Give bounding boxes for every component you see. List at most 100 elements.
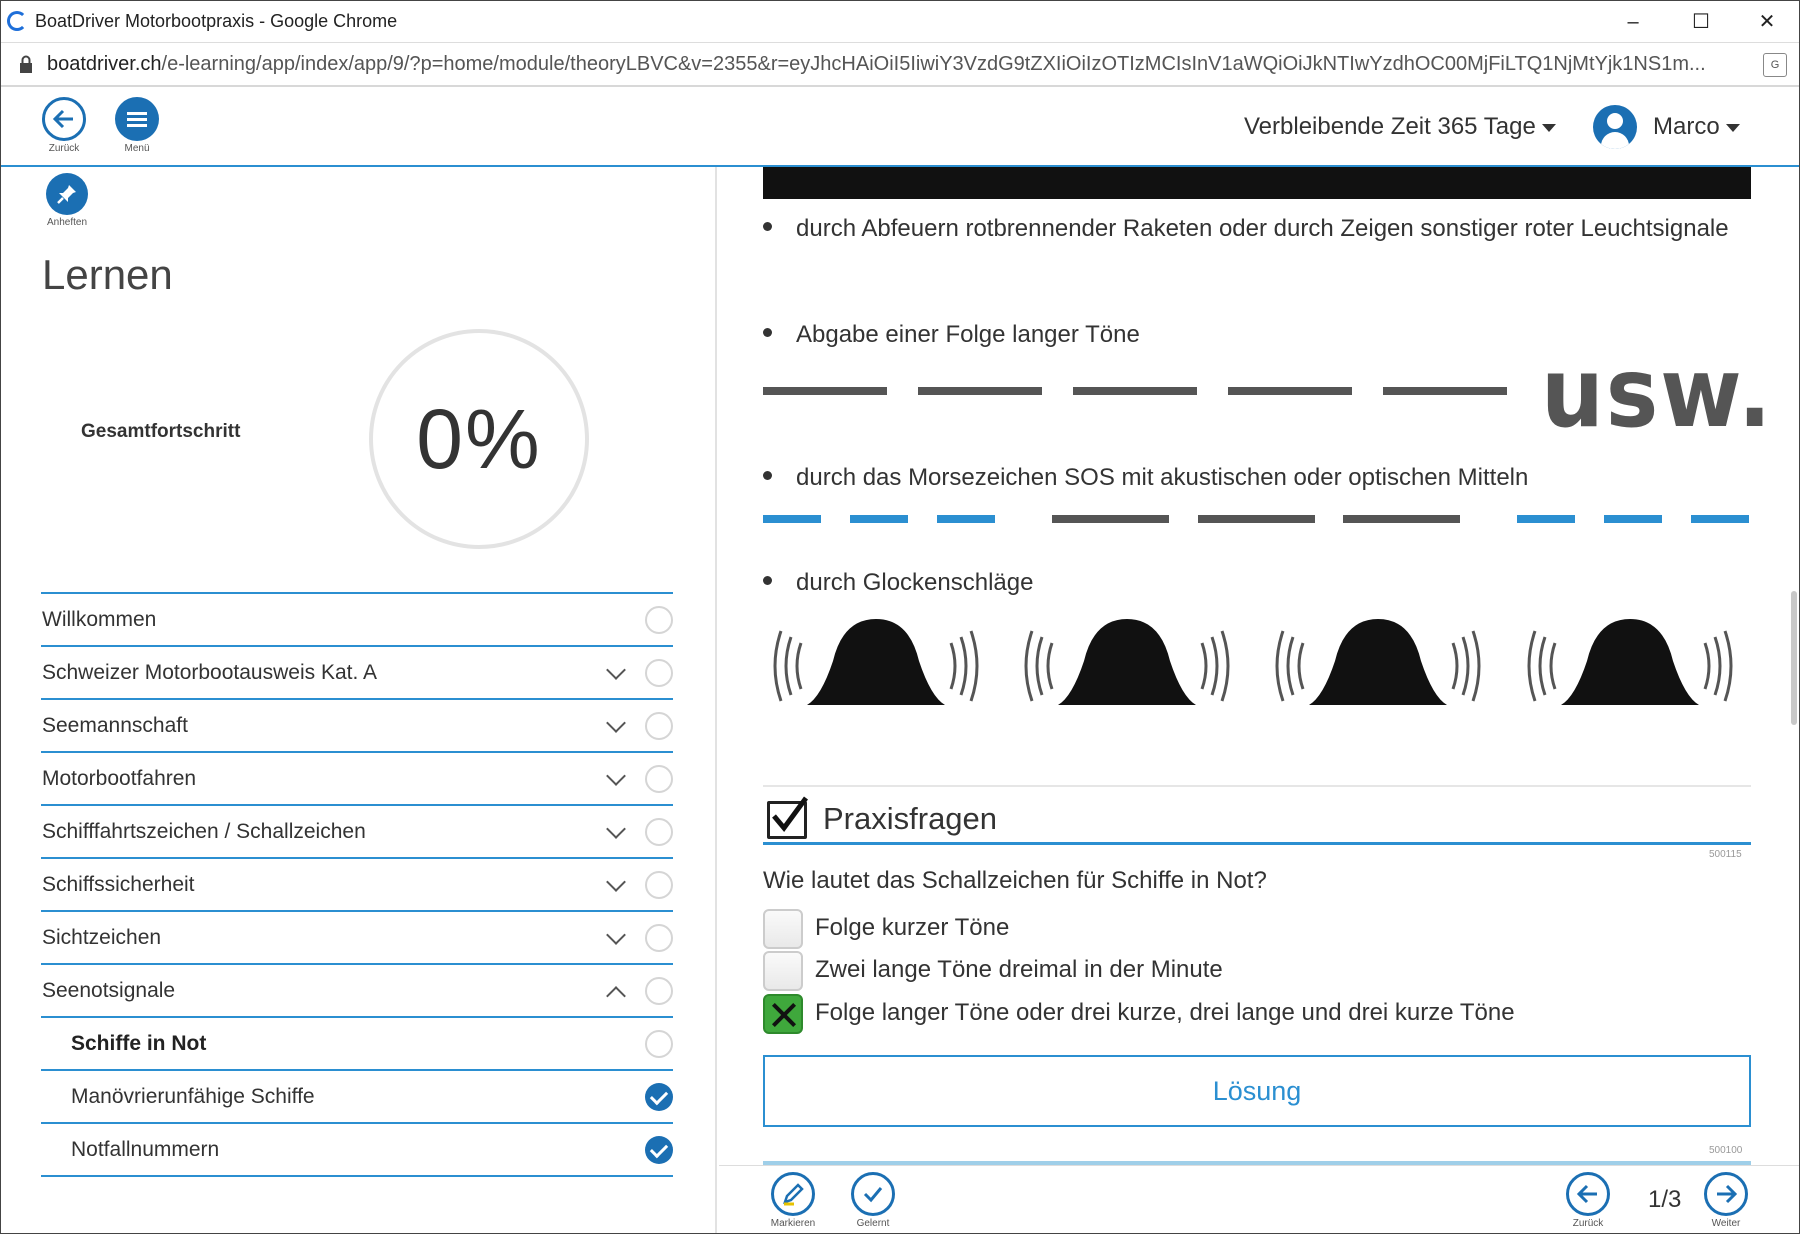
sidebar-nav-item[interactable]: Schweizer Motorbootausweis Kat. A	[41, 647, 673, 700]
checkbox-checked-icon	[767, 796, 808, 839]
sidebar-nav-item[interactable]: Manövrierunfähige Schiffe	[41, 1071, 673, 1124]
completed-check-icon	[645, 1136, 673, 1164]
usw-label: usw.	[1541, 337, 1774, 449]
sidebar-nav-item[interactable]: Schiffe in Not	[41, 1018, 673, 1071]
translate-icon[interactable]: G	[1763, 53, 1787, 77]
solution-button[interactable]: Lösung	[763, 1055, 1751, 1127]
learned-button[interactable]: Gelernt	[841, 1172, 905, 1229]
short-tone-dash	[1604, 515, 1662, 523]
chevron-down-icon[interactable]	[606, 766, 626, 786]
url-text[interactable]: boatdriver.ch/e-learning/app/index/app/9…	[47, 53, 1737, 76]
chevron-up-icon[interactable]	[606, 986, 626, 1006]
bell-icon	[1517, 611, 1743, 721]
sidebar-nav-item[interactable]: Sichtzeichen	[41, 912, 673, 965]
bullet-dot	[763, 328, 772, 338]
caret-down-icon	[1725, 123, 1740, 132]
practice-title: Praxisfragen	[823, 801, 998, 836]
sidebar-nav-item[interactable]: Schifffahrtszeichen / Schallzeichen	[41, 806, 673, 859]
sidebar-nav-label: Schifffahrtszeichen / Schallzeichen	[42, 820, 366, 843]
chevron-down-icon[interactable]	[606, 660, 626, 680]
incomplete-circle-icon	[645, 659, 673, 687]
learned-label: Gelernt	[856, 1218, 890, 1229]
sidebar-nav-item[interactable]: Schiffssicherheit	[41, 859, 673, 912]
chevron-down-icon[interactable]	[606, 713, 626, 733]
lesson-toolbar: Markieren Gelernt Zurück 1/3 Weiter	[719, 1165, 1799, 1233]
answer-text: Folge kurzer Töne	[815, 914, 1010, 941]
bullet-text: durch Abfeuern rotbrennender Raketen ode…	[796, 215, 1729, 242]
pin-button[interactable]: Anheften	[37, 173, 97, 228]
next-label: Weiter	[1711, 1218, 1741, 1229]
sidebar-nav-label: Seemannschaft	[42, 714, 188, 737]
answer-option[interactable]: Zwei lange Töne dreimal in der Minute	[763, 951, 1751, 991]
long-tone-dash	[918, 387, 1042, 395]
sidebar-nav-label: Motorbootfahren	[42, 767, 197, 790]
next-page-button[interactable]: Weiter	[1694, 1172, 1758, 1229]
short-tone-dash	[937, 515, 995, 523]
arrow-right-icon	[1704, 1172, 1748, 1216]
chevron-down-icon[interactable]	[606, 925, 626, 945]
user-avatar-icon[interactable]	[1593, 105, 1637, 149]
mark-label: Markieren	[770, 1218, 816, 1229]
url-host: boatdriver.ch	[47, 53, 162, 75]
long-tone-dash	[763, 387, 887, 395]
bullet-dot	[763, 576, 772, 586]
bullet-item: durch das Morsezeichen SOS mit akustisch…	[763, 460, 1753, 495]
scrollbar-thumb[interactable]	[1791, 591, 1797, 725]
incomplete-circle-icon	[645, 712, 673, 740]
pin-label: Anheften	[46, 217, 88, 228]
user-name: Marco	[1653, 113, 1720, 140]
previous-label: Zurück	[1572, 1218, 1604, 1229]
sidebar-nav-item[interactable]: Seenotsignale	[41, 965, 673, 1018]
header-menu-button[interactable]: Menü	[105, 97, 169, 154]
user-menu-dropdown[interactable]: Marco	[1653, 113, 1740, 141]
close-button[interactable]: ✕	[1747, 7, 1787, 37]
overall-progress-ring: 0%	[369, 329, 589, 549]
sidebar-nav-item[interactable]: Notfallnummern	[41, 1124, 673, 1177]
mark-button[interactable]: Markieren	[761, 1172, 825, 1229]
long-tone-dash	[1228, 387, 1352, 395]
sidebar-title: Lernen	[42, 251, 173, 298]
pencil-icon	[771, 1172, 815, 1216]
bell-icon	[1265, 611, 1491, 721]
sidebar-nav-label: Schiffe in Not	[71, 1032, 207, 1055]
bullet-text: durch Glockenschläge	[796, 569, 1034, 596]
previous-page-button[interactable]: Zurück	[1556, 1172, 1620, 1229]
lesson-content: durch Abfeuern rotbrennender Raketen ode…	[719, 167, 1799, 1167]
sidebar-nav-item[interactable]: Willkommen	[41, 594, 673, 647]
page-indicator: 1/3	[1648, 1186, 1682, 1213]
answer-checkbox-correct[interactable]	[763, 994, 803, 1034]
window-title: BoatDriver Motorbootpraxis - Google Chro…	[35, 11, 398, 31]
chevron-down-icon[interactable]	[606, 872, 626, 892]
short-tone-dash	[1517, 515, 1575, 523]
answer-checkbox[interactable]	[763, 951, 803, 991]
hamburger-icon	[115, 97, 159, 141]
incomplete-circle-icon	[645, 924, 673, 952]
sidebar-nav-label: Willkommen	[42, 608, 157, 631]
caret-down-icon	[1541, 123, 1556, 132]
browser-window: BoatDriver Motorbootpraxis - Google Chro…	[0, 0, 1800, 1234]
question-text: Wie lautet das Schallzeichen für Schiffe…	[763, 867, 1267, 894]
short-tone-dash	[850, 515, 908, 523]
section-divider	[763, 785, 1751, 787]
window-titlebar: BoatDriver Motorbootpraxis - Google Chro…	[1, 1, 1799, 43]
chrome-app-icon	[7, 11, 27, 31]
address-bar[interactable]: boatdriver.ch/e-learning/app/index/app/9…	[1, 43, 1799, 87]
sidebar-nav-label: Schiffssicherheit	[42, 873, 195, 896]
maximize-button[interactable]: ☐	[1681, 7, 1721, 37]
bullet-item: durch Abfeuern rotbrennender Raketen ode…	[763, 211, 1753, 246]
answer-option[interactable]: Folge kurzer Töne	[763, 909, 1751, 949]
answer-checkbox[interactable]	[763, 909, 803, 949]
sidebar-nav-item[interactable]: Seemannschaft	[41, 700, 673, 753]
header-back-label: Zurück	[48, 143, 80, 154]
media-strip	[763, 167, 1751, 199]
time-remaining-dropdown[interactable]: Verbleibende Zeit 365 Tage	[1244, 113, 1556, 141]
short-tone-dash	[763, 515, 821, 523]
long-tone-dash	[1052, 515, 1169, 523]
chevron-down-icon[interactable]	[606, 819, 626, 839]
answer-option[interactable]: Folge langer Töne oder drei kurze, drei …	[763, 994, 1751, 1034]
question-id: 500115	[1709, 849, 1742, 860]
incomplete-circle-icon	[645, 818, 673, 846]
minimize-button[interactable]: –	[1613, 7, 1653, 37]
sidebar-nav-item[interactable]: Motorbootfahren	[41, 753, 673, 806]
header-back-button[interactable]: Zurück	[32, 97, 96, 154]
